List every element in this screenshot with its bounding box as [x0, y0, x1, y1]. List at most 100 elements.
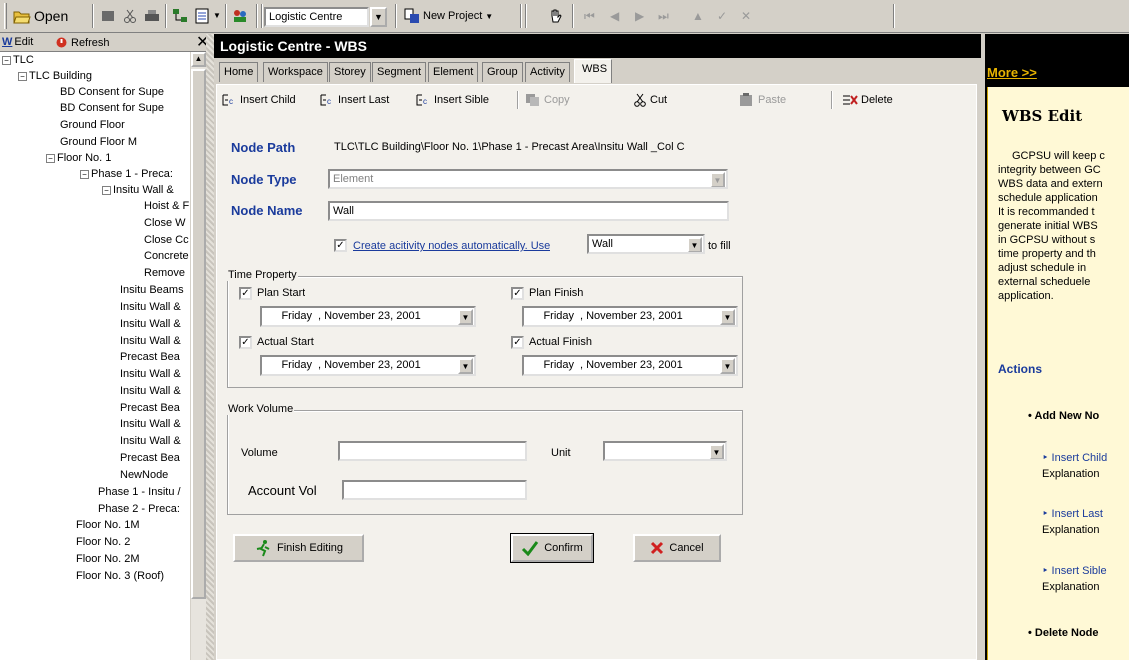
tree-node[interactable]: Close Cc — [144, 233, 189, 248]
tree-node[interactable]: − Insitu Wall & — [102, 183, 174, 198]
actual-start-checkbox[interactable]: ✓ — [239, 336, 252, 349]
node-name-input[interactable]: Wall — [328, 201, 729, 221]
refresh-button[interactable]: Refresh — [55, 36, 110, 49]
actual-finish-checkbox[interactable]: ✓ — [511, 336, 524, 349]
tree-node[interactable]: Ground Floor — [60, 118, 125, 133]
tree-node[interactable]: Insitu Wall & — [120, 417, 181, 432]
tree-node[interactable]: Floor No. 3 (Roof) — [76, 569, 164, 584]
volume-input[interactable] — [338, 441, 527, 461]
previous-record-icon[interactable]: ◀ — [610, 9, 619, 23]
finish-editing-button[interactable]: Finish Editing — [233, 534, 364, 562]
tree-node[interactable]: Concrete — [144, 249, 189, 264]
edit-button[interactable]: W Edit — [2, 36, 33, 48]
more-link[interactable]: More >> — [987, 65, 1037, 80]
auto-create-select[interactable]: Wall ▼ — [587, 234, 705, 254]
copy-button[interactable]: Copy — [525, 93, 570, 107]
tree-node[interactable]: − Phase 1 - Preca: — [80, 167, 173, 182]
tab-group[interactable]: Group — [482, 62, 523, 82]
tree-node[interactable]: Phase 2 - Preca: — [98, 502, 180, 517]
auto-create-label[interactable]: Create acitivity nodes automatically. Us… — [353, 240, 550, 252]
actual-finish-date-picker[interactable]: Friday , November 23, 2001 ▼ — [522, 355, 738, 376]
move-up-icon[interactable]: ▲ — [692, 9, 704, 23]
project-combo[interactable]: Logistic Centre — [264, 7, 369, 27]
tree-node[interactable]: Precast Bea — [120, 451, 180, 466]
open-button[interactable]: Open — [13, 6, 68, 26]
tree-node[interactable]: Insitu Wall & — [120, 367, 181, 382]
tab-wbs[interactable]: WBS — [574, 59, 612, 83]
next-record-icon[interactable]: ▶ — [635, 9, 644, 23]
hand-icon[interactable] — [548, 8, 564, 24]
tree-node[interactable]: BD Consent for Supe — [60, 85, 164, 100]
tree-node[interactable]: Phase 1 - Insitu / — [98, 485, 181, 500]
printer-icon[interactable] — [144, 8, 160, 24]
insert-last-button[interactable]: c Insert Last — [319, 93, 389, 107]
tab-workspace[interactable]: Workspace — [263, 62, 328, 82]
actual-start-date-picker[interactable]: Friday , November 23, 2001 ▼ — [260, 355, 476, 376]
document-list-icon[interactable] — [194, 8, 210, 24]
tree-scrollbar[interactable]: ▲ — [190, 52, 206, 660]
scrollbar-thumb[interactable] — [191, 69, 206, 599]
tab-storey[interactable]: Storey — [329, 62, 371, 82]
tree-node[interactable]: Floor No. 2 — [76, 535, 130, 550]
help-insert-child[interactable]: ‣ Insert Child Explanation — [1042, 450, 1107, 482]
tree-node[interactable]: − TLC Building — [18, 69, 92, 84]
tree-node[interactable]: Insitu Wall & — [120, 384, 181, 399]
new-project-button[interactable]: New Project ▼ — [404, 6, 493, 26]
chevron-down-icon[interactable]: ▼ — [370, 7, 387, 27]
scissors-icon[interactable] — [122, 8, 138, 24]
tree-node[interactable]: Ground Floor M — [60, 135, 137, 150]
tree-node[interactable]: Precast Bea — [120, 401, 180, 416]
tree-node[interactable]: Precast Bea — [120, 350, 180, 365]
delete-button[interactable]: Delete — [842, 93, 893, 107]
tree-node[interactable]: Insitu Wall & — [120, 300, 181, 315]
tree-structure-icon[interactable] — [172, 8, 188, 24]
tree-node[interactable]: − Floor No. 1 — [46, 151, 111, 166]
confirm-button[interactable]: Confirm — [510, 533, 594, 563]
chevron-down-icon[interactable]: ▼ — [213, 11, 221, 20]
tree-node[interactable]: Remove — [144, 266, 185, 281]
tree-node[interactable]: BD Consent for Supe — [60, 101, 164, 116]
tab-home[interactable]: Home — [219, 62, 259, 82]
cut-button[interactable]: Cut — [633, 93, 667, 107]
tree-node[interactable]: Insitu Wall & — [120, 434, 181, 449]
people-icon[interactable] — [232, 8, 248, 24]
auto-create-checkbox[interactable]: ✓ — [334, 239, 347, 252]
plan-start-date-picker[interactable]: Friday , November 23, 2001 ▼ — [260, 306, 476, 327]
collapse-icon[interactable]: − — [102, 185, 111, 195]
tab-segment[interactable]: Segment — [372, 62, 427, 82]
tree-node[interactable]: Insitu Beams — [120, 283, 184, 298]
tree-node[interactable]: Floor No. 2M — [76, 552, 140, 567]
tree-node[interactable]: Close W — [144, 216, 186, 231]
account-vol-input[interactable] — [342, 480, 527, 500]
help-insert-last[interactable]: ‣ Insert Last Explanation — [1042, 506, 1103, 538]
tree-node[interactable]: Floor No. 1M — [76, 518, 140, 533]
check-icon[interactable]: ✓ — [717, 9, 727, 23]
tree-node[interactable]: NewNode — [120, 468, 168, 483]
cut-tool-icon[interactable] — [100, 8, 116, 24]
plan-start-checkbox[interactable]: ✓ — [239, 287, 252, 300]
scroll-up-icon[interactable]: ▲ — [191, 52, 206, 67]
paste-button[interactable]: Paste — [739, 93, 786, 107]
first-record-icon[interactable]: ⏮ — [584, 9, 595, 24]
left-splitter[interactable] — [206, 34, 214, 660]
close-icon[interactable]: ✕ — [741, 9, 751, 23]
help-insert-sible[interactable]: ‣ Insert Sible Explanation — [1042, 563, 1107, 595]
plan-finish-checkbox[interactable]: ✓ — [511, 287, 524, 300]
tab-activity[interactable]: Activity — [525, 62, 570, 82]
cancel-button[interactable]: Cancel — [633, 534, 721, 562]
insert-child-button[interactable]: c Insert Child — [221, 93, 296, 107]
tree-node[interactable]: Insitu Wall & — [120, 334, 181, 349]
tree-node[interactable]: Hoist & F — [144, 199, 189, 214]
plan-finish-date-picker[interactable]: Friday , November 23, 2001 ▼ — [522, 306, 738, 327]
insert-sible-button[interactable]: c Insert Sible — [415, 93, 489, 107]
last-record-icon[interactable]: ⏭ — [658, 9, 669, 24]
unit-select[interactable]: ▼ — [603, 441, 727, 461]
collapse-icon[interactable]: − — [46, 153, 55, 163]
collapse-icon[interactable]: − — [80, 169, 89, 179]
tree-node[interactable]: Insitu Wall & — [120, 317, 181, 332]
tab-element[interactable]: Element — [428, 62, 479, 82]
collapse-icon[interactable]: − — [2, 55, 11, 65]
tree-node-tlc[interactable]: − TLC — [2, 53, 34, 68]
node-type-select[interactable]: Element ▼ — [328, 169, 728, 189]
collapse-icon[interactable]: − — [18, 71, 27, 81]
